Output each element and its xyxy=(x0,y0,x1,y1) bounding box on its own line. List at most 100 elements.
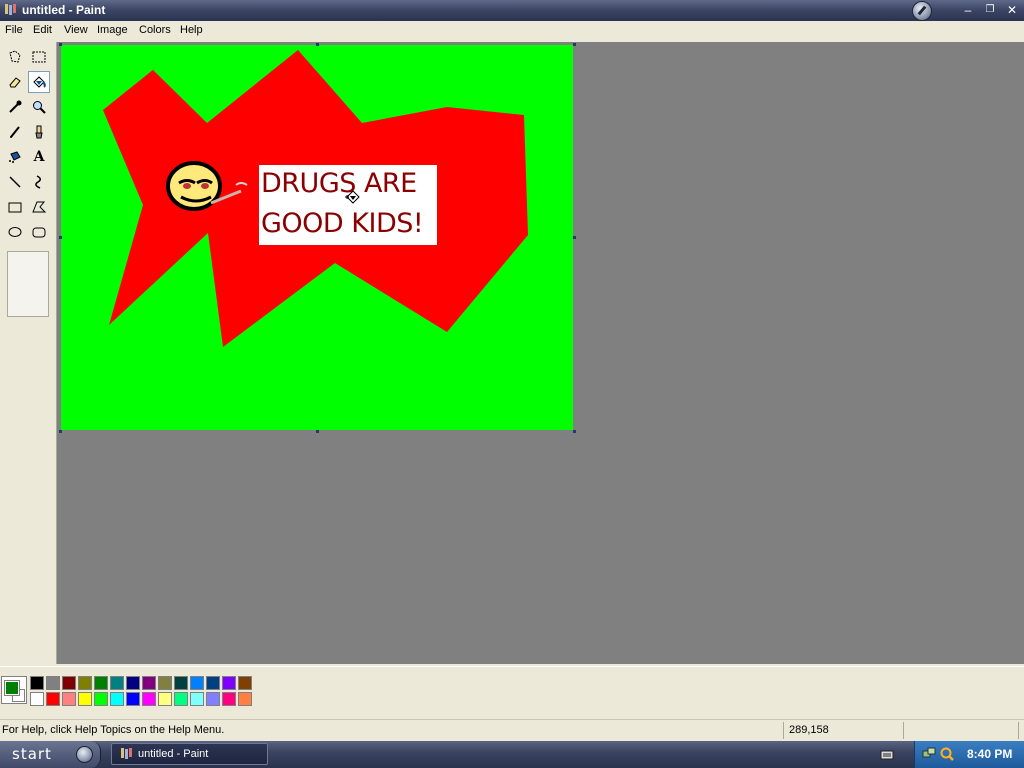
free-form-select-tool[interactable] xyxy=(4,46,26,68)
resize-handle-bc[interactable] xyxy=(316,430,319,433)
eraser-icon xyxy=(9,77,21,88)
airbrush-tool[interactable] xyxy=(4,146,26,168)
polygon-tool[interactable] xyxy=(28,196,50,218)
status-divider xyxy=(1018,722,1019,739)
clock[interactable]: 8:40 PM xyxy=(967,747,1012,761)
eraser-tool[interactable] xyxy=(4,71,26,93)
palette-swatch[interactable] xyxy=(222,692,236,706)
speech-line-2: GOOD KIDS! xyxy=(261,208,424,239)
pencil-tool[interactable] xyxy=(4,121,26,143)
fill-with-color-tool[interactable] xyxy=(28,71,50,93)
pick-color-icon xyxy=(9,100,22,113)
text-icon: A xyxy=(33,149,45,165)
keyboard-icon[interactable] xyxy=(880,747,894,761)
brush-tool[interactable] xyxy=(28,121,50,143)
palette-swatch[interactable] xyxy=(126,692,140,706)
palette-swatch[interactable] xyxy=(174,692,188,706)
palette-swatch[interactable] xyxy=(46,676,60,690)
fill-with-color-icon xyxy=(33,76,46,88)
palette-swatch[interactable] xyxy=(158,676,172,690)
resize-handle-tl xyxy=(59,43,62,46)
palette-swatch[interactable] xyxy=(238,676,252,690)
text-tool[interactable]: A xyxy=(28,146,50,168)
network-icon[interactable] xyxy=(921,746,937,762)
speech-line-1: DRUGS ARE xyxy=(261,168,417,199)
resize-handle-ml xyxy=(59,236,62,239)
drawing-canvas[interactable]: DRUGS ARE GOOD KIDS! xyxy=(61,45,573,430)
polygon-icon xyxy=(32,201,47,213)
magnifier-icon xyxy=(33,101,46,114)
menu-view[interactable]: View xyxy=(64,24,88,36)
menu-help[interactable]: Help xyxy=(180,24,203,36)
select-tool[interactable] xyxy=(28,46,50,68)
start-orb-icon xyxy=(76,746,93,763)
current-colors[interactable] xyxy=(1,676,27,704)
palette-swatch[interactable] xyxy=(78,676,92,690)
workspace: DRUGS ARE GOOD KIDS! xyxy=(57,42,1024,664)
palette-swatch[interactable] xyxy=(62,692,76,706)
palette-swatch[interactable] xyxy=(174,676,188,690)
palette-swatch[interactable] xyxy=(110,676,124,690)
palette-swatch[interactable] xyxy=(206,676,220,690)
palette-swatch[interactable] xyxy=(30,676,44,690)
help-orb-icon[interactable] xyxy=(912,1,932,21)
paint-app-icon xyxy=(121,748,132,759)
tool-options-box[interactable] xyxy=(7,251,49,317)
palette-swatch[interactable] xyxy=(62,676,76,690)
palette-swatch[interactable] xyxy=(126,676,140,690)
ellipse-tool[interactable] xyxy=(4,221,26,243)
palette-swatch[interactable] xyxy=(238,692,252,706)
status-help-text: For Help, click Help Topics on the Help … xyxy=(2,724,225,736)
magnifier-tool[interactable] xyxy=(28,96,50,118)
fill-cursor-icon xyxy=(345,190,360,204)
palette-swatch[interactable] xyxy=(30,692,44,706)
taskbar-item-label: untitled - Paint xyxy=(138,748,209,760)
start-label: start xyxy=(12,745,52,763)
resize-handle-tr xyxy=(573,43,576,46)
pick-color-tool[interactable] xyxy=(4,96,26,118)
rounded-rectangle-tool[interactable] xyxy=(28,221,50,243)
palette-swatch[interactable] xyxy=(222,676,236,690)
status-bar: For Help, click Help Topics on the Help … xyxy=(0,719,1024,742)
menu-edit[interactable]: Edit xyxy=(33,24,52,36)
maximize-button[interactable]: ❐ xyxy=(980,2,1000,19)
rectangle-icon xyxy=(8,202,22,213)
paint-app-icon[interactable] xyxy=(3,3,17,17)
color-box xyxy=(0,666,1024,717)
menu-colors[interactable]: Colors xyxy=(139,24,171,36)
window-title: untitled - Paint xyxy=(22,3,106,17)
curve-tool[interactable] xyxy=(28,171,50,193)
status-divider xyxy=(903,722,904,739)
palette-swatch[interactable] xyxy=(158,692,172,706)
taskbar: start untitled - Paint 8:40 PM xyxy=(0,741,1024,768)
title-bar[interactable]: untitled - Paint – ❐ ✕ xyxy=(0,0,1024,21)
resize-handle-br[interactable] xyxy=(573,430,576,433)
pencil-icon xyxy=(10,126,20,138)
menu-image[interactable]: Image xyxy=(97,24,128,36)
rounded-rectangle-icon xyxy=(32,227,46,238)
menu-file[interactable]: File xyxy=(5,24,23,36)
ellipse-icon xyxy=(8,227,22,237)
palette-swatch[interactable] xyxy=(190,676,204,690)
close-button[interactable]: ✕ xyxy=(1002,2,1022,19)
menu-bar: File Edit View Image Colors Help xyxy=(0,21,1024,40)
minimize-button[interactable]: – xyxy=(958,2,978,19)
search-icon[interactable] xyxy=(939,746,955,762)
palette-swatch[interactable] xyxy=(142,676,156,690)
palette-swatch[interactable] xyxy=(94,676,108,690)
select-icon xyxy=(32,51,46,63)
rectangle-tool[interactable] xyxy=(4,196,26,218)
status-coordinates: 289,158 xyxy=(789,724,829,736)
palette-swatch[interactable] xyxy=(190,692,204,706)
palette-swatch[interactable] xyxy=(94,692,108,706)
airbrush-icon xyxy=(9,151,21,163)
line-tool[interactable] xyxy=(4,171,26,193)
palette-swatch[interactable] xyxy=(142,692,156,706)
palette-swatch[interactable] xyxy=(46,692,60,706)
palette-swatch[interactable] xyxy=(110,692,124,706)
palette-swatch[interactable] xyxy=(78,692,92,706)
resize-handle-mr[interactable] xyxy=(573,236,576,239)
start-button[interactable]: start xyxy=(0,741,101,768)
taskbar-item-paint[interactable]: untitled - Paint xyxy=(111,743,268,765)
palette-swatch[interactable] xyxy=(206,692,220,706)
